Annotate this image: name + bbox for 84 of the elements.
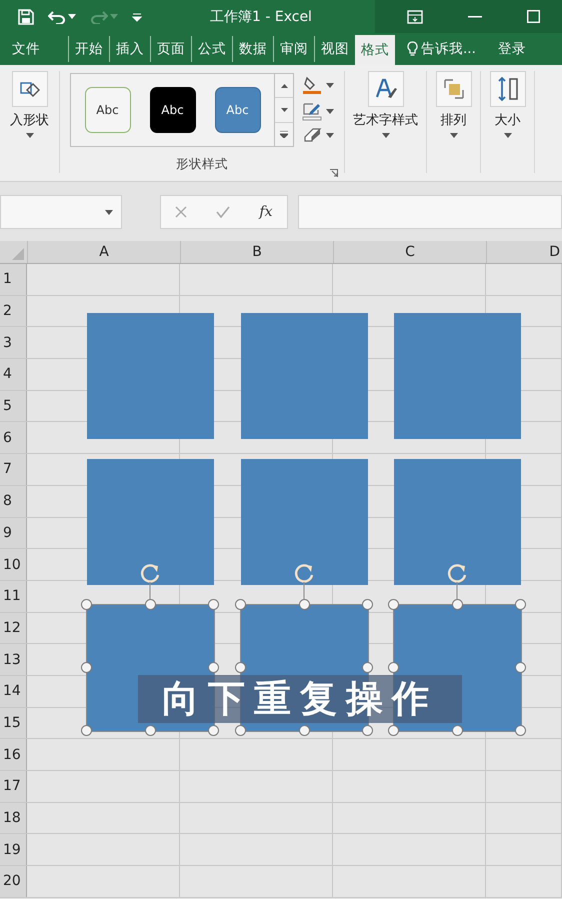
down-arrow-icon: [280, 108, 288, 112]
row-header[interactable]: 7: [0, 454, 27, 485]
row-header[interactable]: 16: [0, 739, 27, 770]
caret-icon: [326, 108, 334, 114]
formula-input[interactable]: [298, 195, 562, 229]
row-header[interactable]: 19: [0, 834, 27, 866]
ribbon-tab[interactable]: 数据: [232, 36, 273, 62]
ribbon-tab[interactable]: 文件: [6, 36, 46, 62]
ribbon-tab[interactable]: 插入: [109, 36, 150, 62]
column-header[interactable]: D: [486, 241, 562, 263]
style-swatch[interactable]: Abc: [150, 87, 196, 133]
caret-icon: [326, 132, 334, 138]
row-header[interactable]: 5: [0, 390, 27, 422]
fill-button[interactable]: [302, 75, 334, 95]
cancel-icon[interactable]: [175, 206, 188, 218]
ribbon-tab[interactable]: 开始: [68, 36, 109, 62]
row-header[interactable]: 18: [0, 802, 27, 834]
column-header[interactable]: A: [27, 241, 180, 263]
video-caption: 向下重复操作: [138, 675, 462, 723]
minimize-button[interactable]: [466, 14, 484, 20]
pen-icon: [302, 101, 322, 121]
ribbon-options-icon: [407, 10, 424, 24]
row-header[interactable]: 12: [0, 612, 27, 644]
outline-button[interactable]: [302, 101, 334, 121]
row-header[interactable]: 14: [0, 676, 27, 707]
caret-icon: [326, 82, 334, 88]
row-header[interactable]: 13: [0, 644, 27, 675]
dialog-launcher-button[interactable]: [330, 169, 338, 177]
row-header[interactable]: 10: [0, 549, 27, 580]
rotate-handle[interactable]: [138, 562, 162, 600]
ribbon-options-button[interactable]: [405, 8, 426, 26]
letter-brush-icon: [374, 77, 398, 101]
caret-icon: [26, 133, 34, 138]
row-header[interactable]: 2: [0, 296, 27, 326]
caret-icon: [450, 133, 458, 138]
row-header[interactable]: 9: [0, 518, 27, 548]
check-icon[interactable]: [216, 206, 230, 218]
style-swatch[interactable]: Abc: [214, 87, 260, 133]
row-header[interactable]: 8: [0, 486, 27, 516]
ribbon-command-button[interactable]: 艺术字样式: [353, 71, 418, 138]
ribbon-tab[interactable]: 审阅: [273, 36, 314, 62]
effects-button[interactable]: [302, 127, 334, 143]
lightbulb-icon: [407, 41, 418, 57]
style-swatch[interactable]: Abc: [84, 87, 130, 133]
caret-icon: [504, 133, 512, 138]
insert-function-label[interactable]: fx: [259, 204, 272, 220]
row-header[interactable]: 1: [0, 264, 27, 295]
row-header[interactable]: 17: [0, 771, 27, 802]
row-header[interactable]: 4: [0, 359, 27, 390]
window-title: 工作簿1 - Excel: [210, 8, 312, 26]
rotate-handle[interactable]: [445, 562, 469, 600]
ribbon-tab[interactable]: 格式: [355, 35, 395, 65]
more-icon: [280, 130, 288, 138]
maximize-button[interactable]: [524, 8, 542, 25]
eraser-icon: [302, 127, 322, 143]
caret-icon: [68, 14, 76, 19]
paint-bucket-icon: [302, 75, 322, 95]
caret-icon: [382, 133, 390, 138]
caret-icon: [110, 14, 118, 19]
undo-icon: [48, 10, 66, 24]
insert-shapes-button[interactable]: 入形状: [10, 71, 49, 138]
column-header[interactable]: B: [180, 241, 333, 263]
row-header[interactable]: 20: [0, 866, 27, 897]
column-header[interactable]: C: [333, 241, 486, 263]
ribbon-tab[interactable]: 页面: [150, 36, 191, 62]
row-header[interactable]: 15: [0, 708, 27, 738]
up-arrow-icon: [280, 84, 288, 88]
layers-icon: [442, 77, 466, 101]
caret-icon: [105, 210, 113, 214]
minimize-icon: [468, 16, 482, 18]
redo-icon: [90, 10, 108, 24]
group-label: 形状样式: [176, 156, 228, 173]
row-header[interactable]: 3: [0, 327, 27, 358]
ribbon-tab[interactable]: 公式: [191, 36, 232, 62]
tell-me-button[interactable]: 告诉我...: [403, 36, 480, 62]
row-header[interactable]: 11: [0, 580, 27, 612]
launcher-icon: [330, 169, 338, 177]
maximize-icon: [526, 10, 540, 23]
row-header[interactable]: 6: [0, 422, 27, 454]
customize-icon: [132, 12, 142, 22]
save-button[interactable]: [16, 6, 36, 26]
sign-in-button[interactable]: 登录: [494, 36, 530, 62]
save-icon: [18, 8, 34, 24]
resize-icon: [496, 76, 520, 102]
